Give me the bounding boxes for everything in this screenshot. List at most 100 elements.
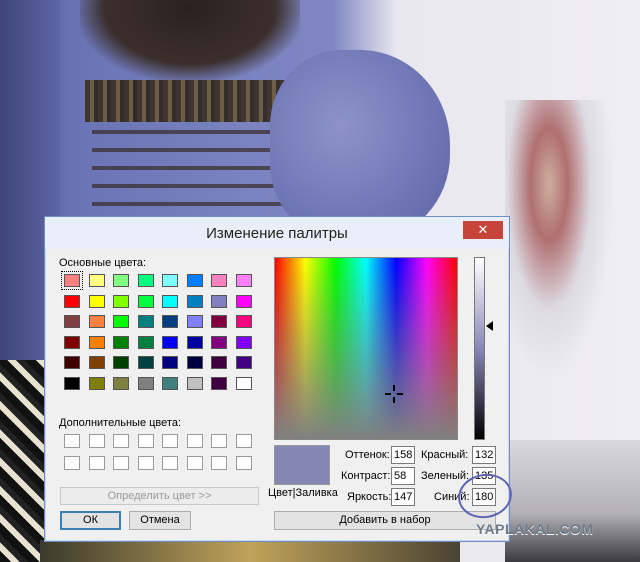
- basic-color-swatch[interactable]: [162, 376, 178, 390]
- basic-color-swatch[interactable]: [64, 335, 80, 349]
- basic-color-swatch[interactable]: [64, 356, 80, 369]
- basic-color-swatch[interactable]: [235, 294, 252, 308]
- custom-color-swatch[interactable]: [113, 434, 129, 448]
- basic-color-swatch[interactable]: [186, 274, 203, 287]
- edit-colors-dialog: Изменение палитры ✕ Основные цвета: Допо…: [44, 216, 510, 542]
- background-stripe: [92, 184, 292, 188]
- basic-color-swatch[interactable]: [113, 356, 129, 369]
- close-button[interactable]: ✕: [463, 221, 503, 239]
- custom-color-swatch[interactable]: [113, 456, 129, 470]
- basic-color-swatch[interactable]: [211, 294, 227, 308]
- basic-color-swatch[interactable]: [186, 335, 203, 349]
- background-lace: [85, 80, 300, 122]
- background-sleeve: [270, 50, 450, 240]
- custom-color-swatch[interactable]: [211, 434, 227, 448]
- current-color-preview: [274, 445, 330, 485]
- custom-color-swatch[interactable]: [162, 434, 178, 448]
- background-stripe: [92, 148, 292, 152]
- watermark: YAPLAKAL.COM: [476, 521, 594, 537]
- dialog-title: Изменение палитры: [206, 225, 348, 242]
- color-fill-label: Цвет|Заливка: [268, 487, 338, 499]
- custom-color-swatch[interactable]: [211, 456, 227, 470]
- basic-color-swatch[interactable]: [235, 376, 252, 390]
- hue-field[interactable]: 158: [391, 446, 415, 464]
- custom-color-swatch[interactable]: [162, 456, 178, 470]
- basic-colors-label: Основные цвета:: [59, 257, 147, 269]
- basic-color-swatch[interactable]: [113, 294, 129, 308]
- basic-color-swatch[interactable]: [137, 376, 154, 390]
- basic-color-swatch[interactable]: [235, 335, 252, 349]
- slider-arrow-icon[interactable]: [486, 321, 493, 331]
- luminosity-slider[interactable]: [474, 257, 485, 440]
- basic-color-swatch[interactable]: [113, 315, 129, 328]
- basic-color-swatch[interactable]: [186, 294, 203, 308]
- basic-color-swatch[interactable]: [162, 274, 178, 287]
- custom-color-swatch[interactable]: [186, 456, 203, 470]
- basic-color-swatch[interactable]: [186, 356, 203, 369]
- basic-color-swatch[interactable]: [88, 294, 105, 308]
- basic-color-swatch[interactable]: [162, 315, 178, 328]
- basic-color-swatch[interactable]: [211, 376, 227, 390]
- custom-color-swatch[interactable]: [186, 434, 203, 448]
- basic-color-swatch[interactable]: [162, 335, 178, 349]
- cancel-button[interactable]: Отмена: [129, 511, 191, 530]
- background-hair: [80, 0, 300, 80]
- basic-color-swatch[interactable]: [64, 294, 80, 308]
- basic-color-swatch[interactable]: [162, 356, 178, 369]
- red-field[interactable]: 132: [472, 446, 496, 464]
- basic-color-swatch[interactable]: [88, 315, 105, 328]
- basic-color-swatch[interactable]: [88, 376, 105, 390]
- green-label: Зеленый:: [421, 470, 470, 482]
- basic-color-swatch[interactable]: [88, 335, 105, 349]
- background-people: [505, 100, 615, 380]
- background-stripe: [92, 202, 292, 206]
- basic-color-swatch[interactable]: [64, 315, 80, 328]
- custom-color-swatch[interactable]: [88, 456, 105, 470]
- basic-color-swatch[interactable]: [88, 356, 105, 369]
- basic-color-swatch[interactable]: [211, 335, 227, 349]
- basic-color-swatch[interactable]: [186, 315, 203, 328]
- red-label: Красный:: [421, 449, 469, 461]
- custom-color-swatch[interactable]: [64, 434, 80, 448]
- saturation-label: Контраст:: [341, 470, 391, 482]
- basic-color-swatch[interactable]: [211, 356, 227, 369]
- basic-color-swatch[interactable]: [113, 274, 129, 287]
- add-to-custom-colors-button[interactable]: Добавить в набор: [274, 511, 496, 530]
- basic-color-swatch[interactable]: [186, 376, 203, 390]
- basic-color-swatch[interactable]: [235, 356, 252, 369]
- crosshair-icon: [385, 385, 403, 403]
- basic-color-swatch[interactable]: [61, 271, 83, 290]
- basic-color-swatch[interactable]: [137, 294, 154, 308]
- background-ground: [505, 440, 640, 562]
- background-stripe: [92, 130, 292, 134]
- basic-color-swatch[interactable]: [113, 376, 129, 390]
- custom-color-swatch[interactable]: [88, 434, 105, 448]
- define-custom-color-button[interactable]: Определить цвет >>: [60, 487, 259, 505]
- background-floral: [0, 360, 45, 562]
- basic-color-swatch[interactable]: [113, 335, 129, 349]
- basic-color-swatch[interactable]: [235, 274, 252, 287]
- custom-colors-label: Дополнительные цвета:: [59, 417, 181, 429]
- basic-color-swatch[interactable]: [137, 356, 154, 369]
- ok-button[interactable]: ОК: [60, 511, 121, 530]
- background-stripe: [92, 166, 292, 170]
- custom-color-swatch[interactable]: [137, 434, 154, 448]
- custom-color-swatch[interactable]: [235, 434, 252, 448]
- basic-color-swatch[interactable]: [211, 274, 227, 287]
- custom-color-swatch[interactable]: [137, 456, 154, 470]
- title-bar[interactable]: Изменение палитры ✕: [45, 217, 509, 249]
- basic-color-swatch[interactable]: [137, 315, 154, 328]
- basic-color-swatch[interactable]: [235, 315, 252, 328]
- basic-color-swatch[interactable]: [137, 274, 154, 287]
- custom-color-swatch[interactable]: [64, 456, 80, 470]
- basic-color-swatch[interactable]: [211, 315, 227, 328]
- basic-color-swatch[interactable]: [64, 376, 80, 390]
- saturation-field[interactable]: 58: [391, 467, 415, 485]
- custom-color-swatch[interactable]: [235, 456, 252, 470]
- color-spectrum[interactable]: [274, 257, 458, 440]
- background-bottom: [40, 540, 460, 562]
- basic-color-swatch[interactable]: [88, 274, 105, 287]
- luminosity-field[interactable]: 147: [391, 488, 415, 506]
- basic-color-swatch[interactable]: [162, 294, 178, 308]
- basic-color-swatch[interactable]: [137, 335, 154, 349]
